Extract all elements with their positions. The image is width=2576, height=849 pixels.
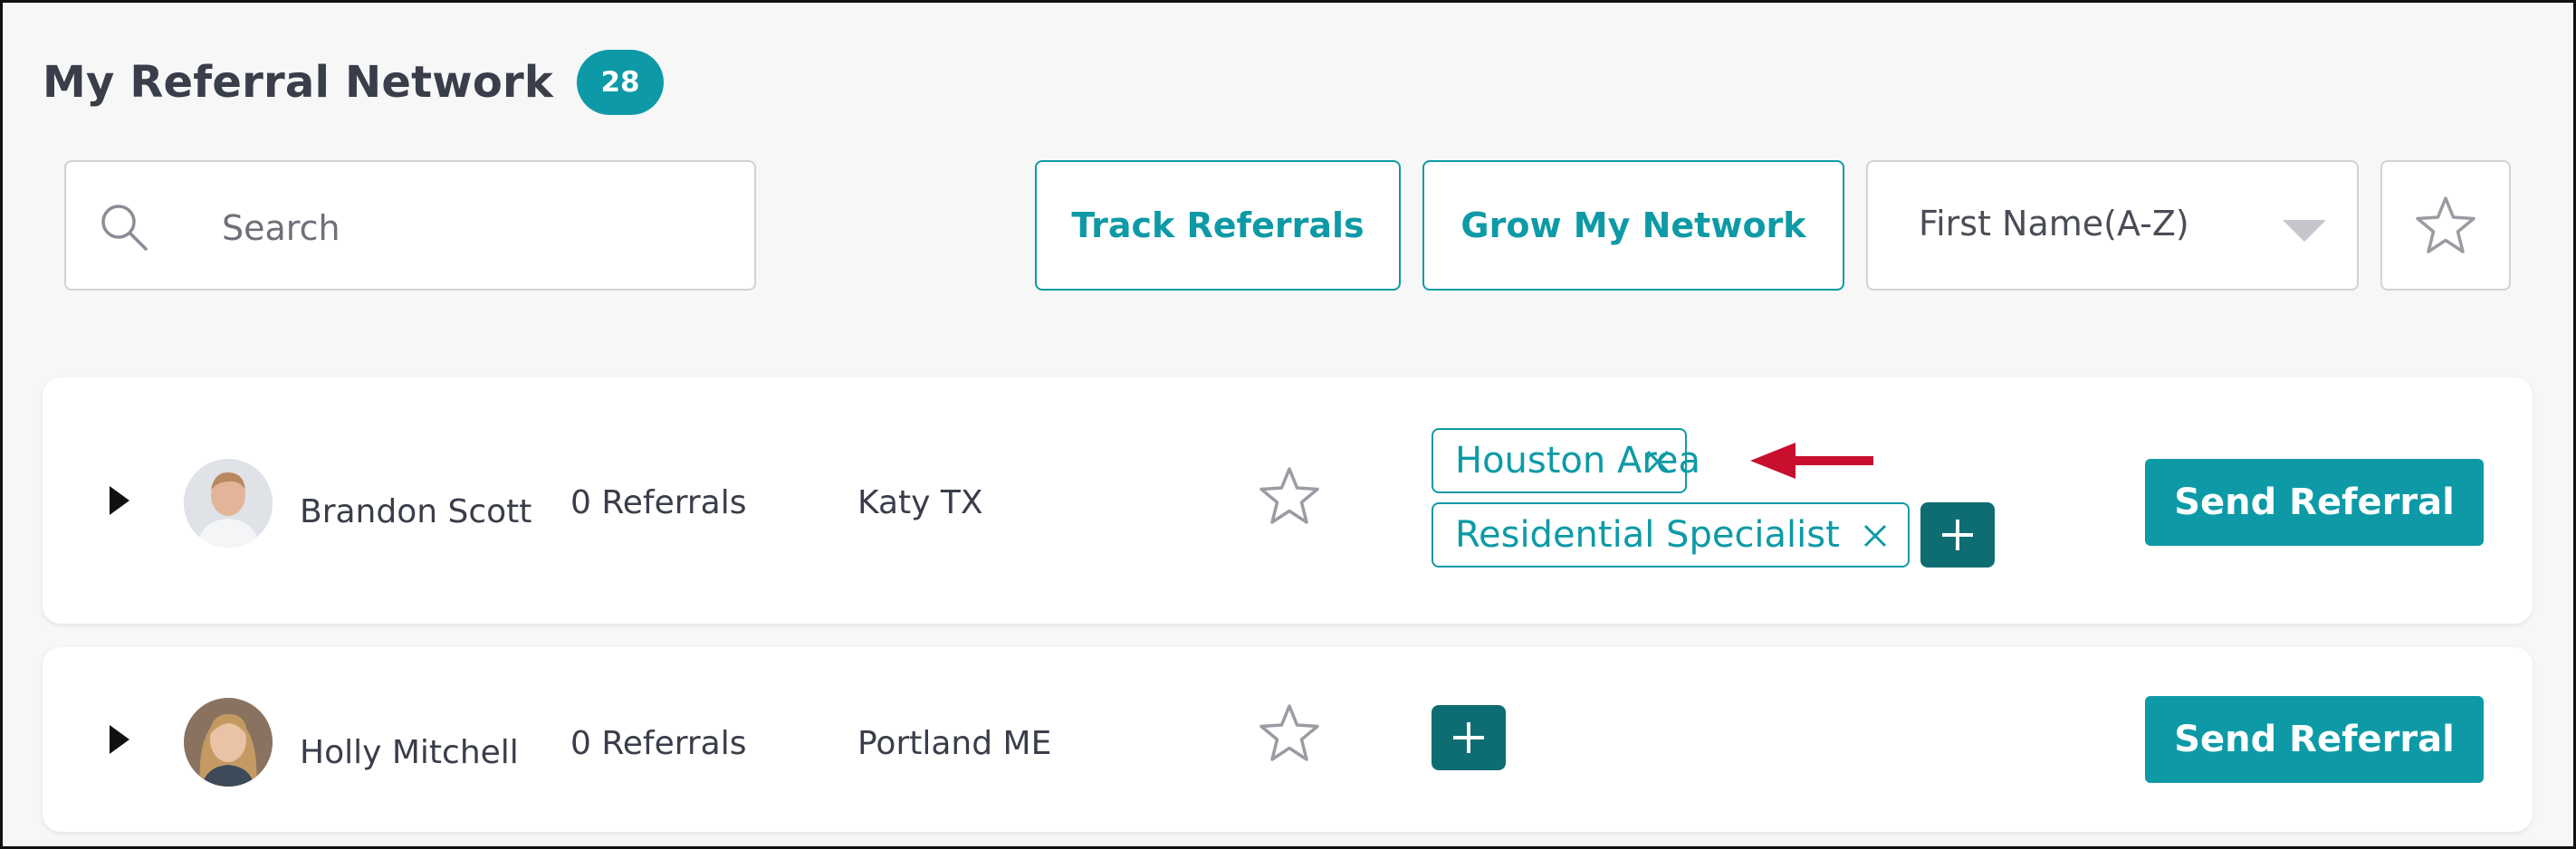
caret-right-icon[interactable]	[108, 723, 131, 756]
page-header: My Referral Network 28	[43, 50, 665, 115]
network-count-badge: 28	[577, 50, 665, 115]
add-tag-button[interactable]	[1920, 502, 1995, 568]
app-frame: My Referral Network 28 Track Referrals G…	[0, 0, 2576, 849]
referral-count: 0 Referrals	[570, 725, 747, 762]
send-referral-button[interactable]: Send Referral	[2145, 696, 2484, 783]
avatar	[184, 459, 273, 548]
sort-select[interactable]: First Name(A-Z)	[1866, 160, 2359, 291]
tag-label: Residential Specialist	[1455, 514, 1840, 556]
caret-right-icon[interactable]	[108, 484, 131, 517]
sort-selected-value: First Name(A-Z)	[1919, 204, 2189, 243]
contact-card: Holly Mitchell 0 Referrals Portland ME S…	[43, 647, 2533, 832]
add-tag-button[interactable]	[1432, 705, 1506, 770]
tag-chip: Houston Area	[1432, 428, 1700, 493]
star-icon[interactable]	[1258, 703, 1321, 763]
star-icon	[2416, 196, 2475, 253]
avatar	[184, 698, 273, 787]
contact-name[interactable]: Holly Mitchell	[300, 734, 519, 771]
star-icon[interactable]	[1258, 466, 1321, 526]
close-icon[interactable]	[1863, 523, 1888, 549]
arrow-left-icon	[1750, 443, 1873, 479]
search-input[interactable]	[220, 198, 731, 258]
tag-chip: Residential Specialist	[1432, 502, 1910, 568]
send-referral-button[interactable]: Send Referral	[2145, 459, 2484, 546]
favorites-filter-button[interactable]	[2380, 160, 2511, 291]
referral-count: 0 Referrals	[570, 484, 747, 521]
contact-location: Portland ME	[857, 725, 1052, 762]
close-icon[interactable]	[1645, 449, 1671, 474]
plus-icon	[1942, 520, 1973, 550]
chevron-down-icon	[2283, 220, 2326, 242]
search-box[interactable]	[64, 160, 756, 291]
plus-icon	[1453, 722, 1484, 753]
contact-location: Katy TX	[857, 484, 983, 521]
track-referrals-button[interactable]: Track Referrals	[1035, 160, 1401, 291]
contact-card: Brandon Scott 0 Referrals Katy TX Housto…	[43, 377, 2533, 624]
grow-my-network-button[interactable]: Grow My Network	[1422, 160, 1844, 291]
contact-name[interactable]: Brandon Scott	[300, 493, 531, 530]
search-icon	[101, 205, 148, 251]
page-title: My Referral Network	[43, 57, 554, 108]
